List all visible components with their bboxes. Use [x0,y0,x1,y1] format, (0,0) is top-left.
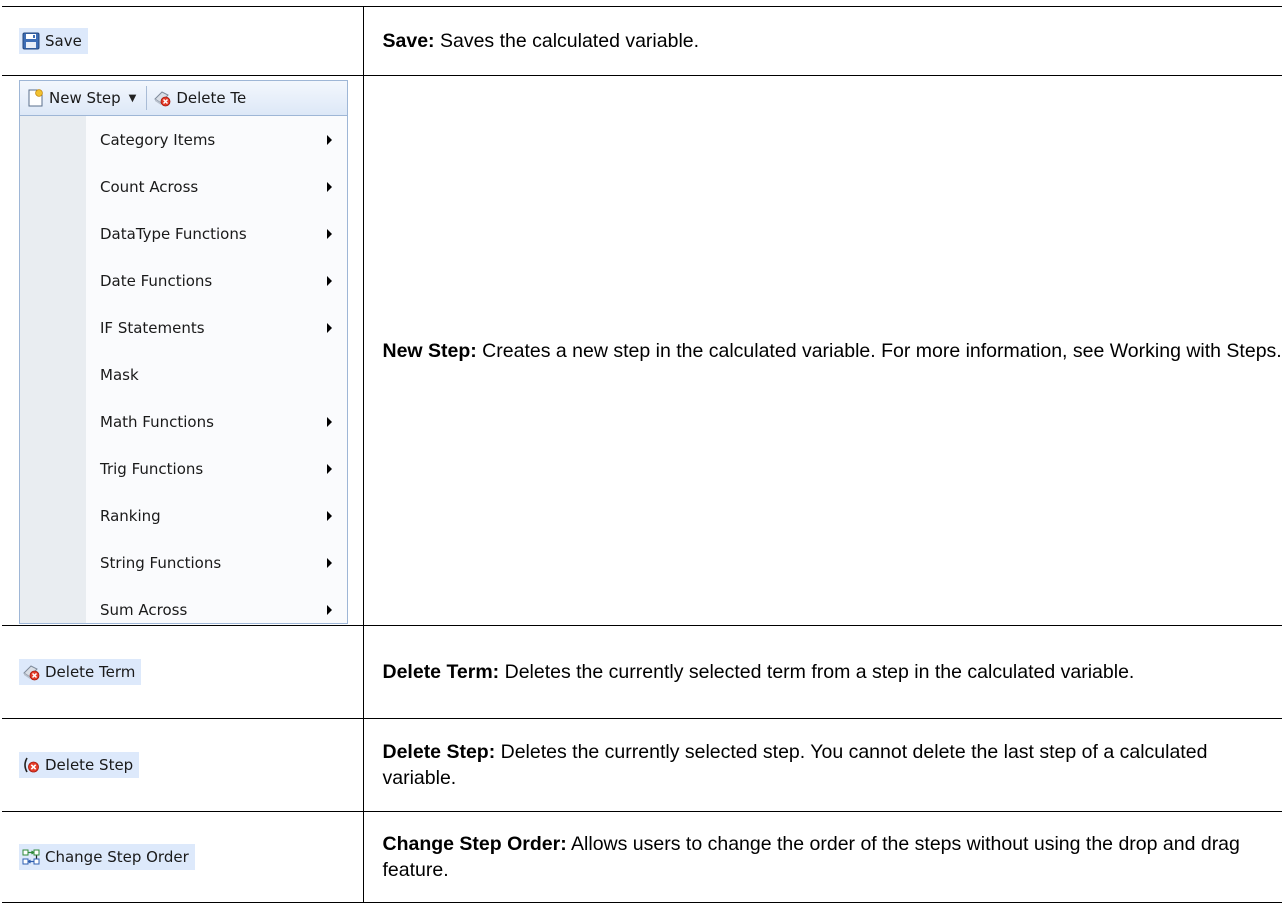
delete-term-title: Delete Term: [382,661,500,683]
change-step-order-title: Change Step Order: [382,833,567,855]
parenthesis-delete-icon [22,756,40,774]
menu-item-label: Math Functions [100,412,214,431]
menu-item-label: Ranking [100,506,161,525]
menu-item-date-functions[interactable]: Date Functions [20,257,347,304]
cell-delete-term-description: Delete Term: Deletes the currently selec… [363,625,1282,719]
delete-term-label: Delete Term [45,662,136,681]
toolbar-separator [146,86,148,110]
eraser-delete-icon [22,663,40,681]
eraser-delete-icon [153,89,171,107]
new-step-button[interactable]: New Step ▼ [20,81,142,115]
submenu-arrow-icon [327,275,332,286]
menu-item-label: Category Items [100,130,216,149]
delete-term-button[interactable]: Delete Term [19,658,142,685]
new-step-dropdown-menu: Category Items Count Across DataType Fun… [19,116,348,624]
save-description: Saves the calculated variable. [434,30,700,52]
delete-step-button[interactable]: Delete Step [19,751,140,778]
menu-item-if-statements[interactable]: IF Statements [20,304,347,351]
table-row-new-step: New Step ▼ Delete Te Category Items Coun… [2,75,1282,626]
cell-delete-term-button: Delete Term [2,625,364,719]
cell-change-step-order-button: Change Step Order [2,811,364,903]
cell-delete-step-description: Delete Step: Deletes the currently selec… [363,718,1282,812]
submenu-arrow-icon [327,322,332,333]
menu-item-label: Trig Functions [100,459,204,478]
reorder-icon [22,848,40,866]
save-button-label: Save [45,31,82,50]
menu-item-category-items[interactable]: Category Items [20,116,347,163]
submenu-arrow-icon [327,416,332,427]
delete-term-toolbar-button[interactable]: Delete Te [153,81,252,115]
table-row-delete-term: Delete Term Delete Term: Deletes the cur… [2,625,1282,719]
menu-item-label: IF Statements [100,318,205,337]
change-step-order-label: Change Step Order [45,847,189,866]
toolbar-reference-table: Save Save: Saves the calculated variable… [2,6,1282,903]
table-row-change-step-order: Change Step Order Change Step Order: All… [2,811,1282,903]
menu-item-label: Sum Across [100,600,188,619]
submenu-arrow-icon [327,510,332,521]
new-step-title: New Step: [382,339,477,362]
submenu-arrow-icon [327,134,332,145]
new-step-description: Creates a new step in the calculated var… [476,339,1282,362]
table-row-save: Save Save: Saves the calculated variable… [2,6,1282,76]
menu-item-label: Count Across [100,177,199,196]
submenu-arrow-icon [327,463,332,474]
menu-item-label: Date Functions [100,271,213,290]
cell-save-button: Save [2,6,364,76]
cell-change-step-order-description: Change Step Order: Allows users to chang… [363,811,1282,903]
chevron-down-icon: ▼ [128,92,137,104]
menu-item-mask[interactable]: Mask [20,351,347,398]
submenu-arrow-icon [327,557,332,568]
menu-item-label: Mask [100,365,139,384]
menu-item-count-across[interactable]: Count Across [20,163,347,210]
menu-item-sum-across[interactable]: Sum Across [20,586,347,633]
change-step-order-button[interactable]: Change Step Order [19,843,195,870]
delete-step-label: Delete Step [45,755,134,774]
save-button[interactable]: Save [19,27,88,54]
delete-step-title: Delete Step: [382,741,496,763]
new-step-menu-screenshot: New Step ▼ Delete Te Category Items Coun… [19,76,365,625]
menu-item-string-functions[interactable]: String Functions [20,539,347,586]
menu-item-label: String Functions [100,553,222,572]
menu-item-math-functions[interactable]: Math Functions [20,398,347,445]
cell-new-step-menu: New Step ▼ Delete Te Category Items Coun… [2,75,365,626]
cell-delete-step-button: Delete Step [2,718,364,812]
submenu-arrow-icon [327,228,332,239]
delete-step-description: Deletes the currently selected step. You… [382,741,1208,789]
cell-new-step-description: New Step: Creates a new step in the calc… [363,75,1282,626]
menu-item-trig-functions[interactable]: Trig Functions [20,445,347,492]
new-document-icon [26,89,44,107]
cell-save-description: Save: Saves the calculated variable. [363,6,1282,76]
new-step-label: New Step [49,89,121,107]
floppy-disk-icon [22,32,40,50]
menu-item-datatype-functions[interactable]: DataType Functions [20,210,347,257]
save-title: Save: [382,30,435,52]
submenu-arrow-icon [327,604,332,615]
table-row-delete-step: Delete Step Delete Step: Deletes the cur… [2,718,1282,812]
menu-toolbar: New Step ▼ Delete Te [19,80,348,116]
delete-term-truncated-label: Delete Te [176,89,247,107]
menu-list: Category Items Count Across DataType Fun… [20,116,347,633]
submenu-arrow-icon [327,181,332,192]
delete-term-description: Deletes the currently selected term from… [499,661,1135,683]
menu-item-ranking[interactable]: Ranking [20,492,347,539]
menu-item-label: DataType Functions [100,224,247,243]
